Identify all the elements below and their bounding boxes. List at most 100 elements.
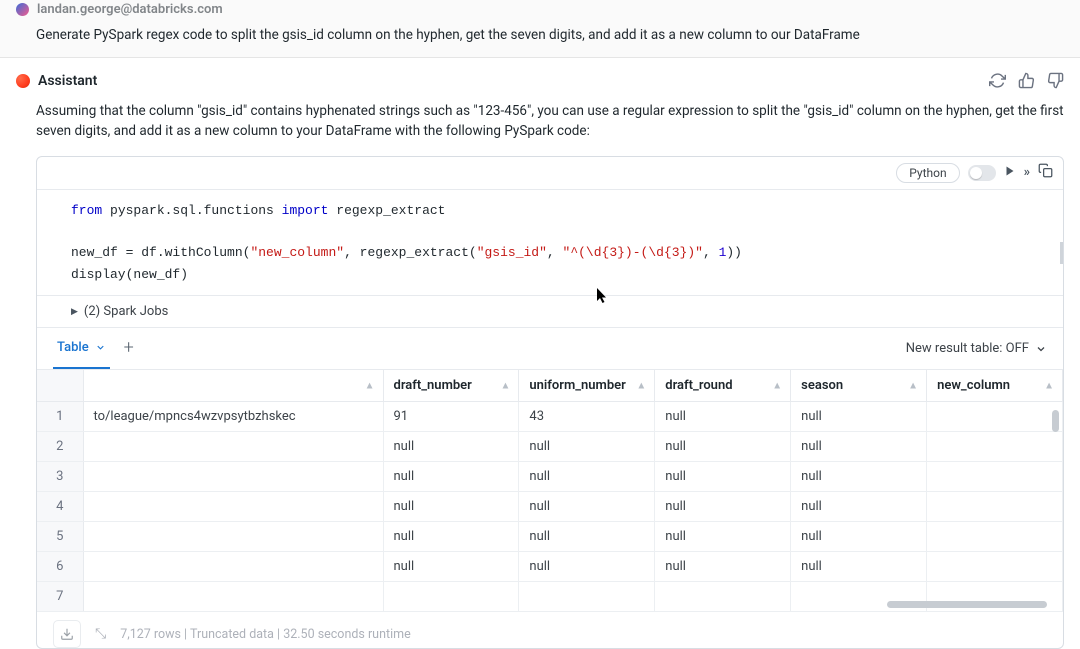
code-editor[interactable]: from pyspark.sql.functions import regexp…: [37, 190, 1063, 297]
table-row[interactable]: 5nullnullnullnull: [37, 522, 1063, 552]
table-cell[interactable]: [83, 552, 383, 582]
table-cell[interactable]: null: [519, 552, 655, 582]
table-cell[interactable]: [927, 462, 1063, 492]
table-cell[interactable]: [927, 522, 1063, 552]
thumbs-up-icon[interactable]: [1018, 72, 1035, 89]
gutter-indicator: [1060, 242, 1063, 264]
table-cell[interactable]: null: [519, 522, 655, 552]
user-message: landan.george@databricks.com Generate Py…: [0, 0, 1080, 58]
table-header[interactable]: ▲: [83, 370, 383, 402]
chevron-down-icon: [95, 342, 106, 353]
table-cell[interactable]: [927, 492, 1063, 522]
table-header[interactable]: season▲: [791, 370, 927, 402]
expand-icon[interactable]: ⤡: [95, 626, 106, 642]
table-cell[interactable]: null: [383, 462, 519, 492]
sort-icon: ▲: [636, 380, 646, 391]
table-header[interactable]: draft_number▲: [383, 370, 519, 402]
sort-icon: ▲: [772, 380, 782, 391]
table-cell[interactable]: null: [655, 492, 791, 522]
language-badge[interactable]: Python: [896, 163, 959, 183]
table-cell[interactable]: [83, 462, 383, 492]
table-cell[interactable]: null: [383, 552, 519, 582]
table-cell[interactable]: null: [791, 402, 927, 432]
table-cell[interactable]: [927, 552, 1063, 582]
row-number-cell: 5: [37, 522, 83, 552]
table-cell[interactable]: null: [791, 492, 927, 522]
table-cell[interactable]: null: [383, 522, 519, 552]
assistant-text: Assuming that the column "gsis_id" conta…: [36, 101, 1064, 142]
tab-label: Table: [57, 340, 89, 355]
table-cell[interactable]: [83, 492, 383, 522]
table-row[interactable]: 2nullnullnullnull: [37, 432, 1063, 462]
tab-table[interactable]: Table: [53, 328, 110, 369]
table-row[interactable]: 4nullnullnullnull: [37, 492, 1063, 522]
result-table-container: ▲ draft_number▲ uniform_number▲ draft_ro…: [37, 370, 1063, 612]
table-cell[interactable]: [83, 432, 383, 462]
table-cell[interactable]: null: [383, 432, 519, 462]
table-cell[interactable]: null: [791, 522, 927, 552]
table-cell[interactable]: null: [519, 462, 655, 492]
table-cell[interactable]: null: [791, 432, 927, 462]
assistant-message: Assistant Assuming that the column "gsis…: [0, 58, 1080, 649]
result-tabs-row: Table + New result table: OFF: [37, 328, 1063, 370]
sort-icon: ▲: [1044, 380, 1054, 391]
table-cell[interactable]: null: [383, 492, 519, 522]
table-header[interactable]: draft_round▲: [655, 370, 791, 402]
new-result-toggle[interactable]: New result table: OFF: [906, 341, 1047, 356]
row-number-cell: 4: [37, 492, 83, 522]
horizontal-scrollbar[interactable]: [887, 601, 1047, 608]
table-cell[interactable]: [519, 582, 655, 612]
toggle-switch[interactable]: [968, 165, 996, 181]
row-number-cell: 6: [37, 552, 83, 582]
code-cell: Python » from pyspark.sql.functions impo…: [36, 156, 1064, 649]
user-avatar-icon: [16, 3, 29, 16]
table-cell[interactable]: to/league/mpncs4wzvpsytbzhskec: [83, 402, 383, 432]
table-cell[interactable]: null: [791, 462, 927, 492]
table-cell[interactable]: 91: [383, 402, 519, 432]
table-cell[interactable]: null: [655, 432, 791, 462]
row-number-cell: 3: [37, 462, 83, 492]
fast-forward-icon[interactable]: »: [1024, 165, 1030, 180]
assistant-avatar-icon: [16, 74, 30, 88]
table-row[interactable]: 6nullnullnullnull: [37, 552, 1063, 582]
triangle-right-icon: ▶: [71, 307, 78, 317]
table-cell[interactable]: [927, 402, 1063, 432]
table-row[interactable]: 3nullnullnullnull: [37, 462, 1063, 492]
vertical-scrollbar[interactable]: [1052, 410, 1059, 432]
table-cell[interactable]: [383, 582, 519, 612]
new-result-label: New result table: OFF: [906, 341, 1029, 356]
table-cell[interactable]: null: [519, 432, 655, 462]
thumbs-down-icon[interactable]: [1047, 72, 1064, 89]
row-number-cell: 1: [37, 402, 83, 432]
table-cell[interactable]: null: [655, 402, 791, 432]
refresh-icon[interactable]: [989, 72, 1006, 89]
download-button[interactable]: [53, 620, 81, 648]
result-footer: ⤡ 7,127 rows | Truncated data | 32.50 se…: [37, 612, 1063, 648]
row-number-cell: 2: [37, 432, 83, 462]
table-cell[interactable]: [83, 522, 383, 552]
assistant-name: Assistant: [38, 73, 97, 89]
table-row[interactable]: 1to/league/mpncs4wzvpsytbzhskec9143nulln…: [37, 402, 1063, 432]
add-tab-button[interactable]: +: [124, 337, 134, 360]
table-header-rownum[interactable]: [37, 370, 83, 402]
sort-icon: ▲: [500, 380, 510, 391]
rows-info: 7,127 rows | Truncated data | 32.50 seco…: [120, 627, 411, 642]
user-email: landan.george@databricks.com: [37, 2, 223, 17]
table-cell[interactable]: null: [655, 522, 791, 552]
spark-jobs-toggle[interactable]: ▶ (2) Spark Jobs: [37, 296, 1063, 328]
chevron-down-icon: [1035, 343, 1047, 355]
table-cell[interactable]: [655, 582, 791, 612]
table-cell[interactable]: [927, 432, 1063, 462]
table-header[interactable]: uniform_number▲: [519, 370, 655, 402]
copy-icon[interactable]: [1038, 163, 1053, 182]
spark-jobs-label: (2) Spark Jobs: [84, 304, 168, 319]
run-icon[interactable]: [1004, 165, 1016, 181]
result-table: ▲ draft_number▲ uniform_number▲ draft_ro…: [37, 370, 1063, 612]
table-cell[interactable]: [83, 582, 383, 612]
table-cell[interactable]: null: [791, 552, 927, 582]
table-header[interactable]: new_column▲: [927, 370, 1063, 402]
table-cell[interactable]: 43: [519, 402, 655, 432]
table-cell[interactable]: null: [655, 552, 791, 582]
table-cell[interactable]: null: [655, 462, 791, 492]
table-cell[interactable]: null: [519, 492, 655, 522]
